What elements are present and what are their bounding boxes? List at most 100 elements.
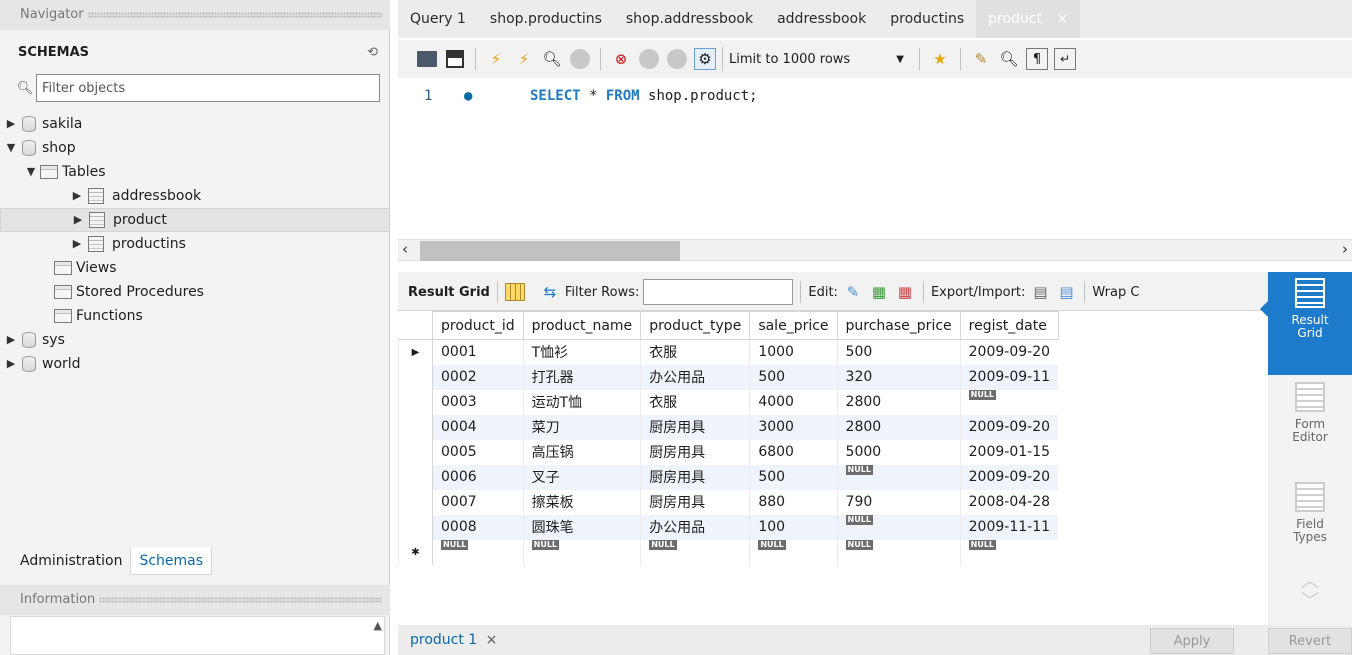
- grid-cell[interactable]: 2009-01-15: [959, 439, 1059, 465]
- column-header-product-id[interactable]: product_id: [432, 311, 524, 340]
- invisible-chars-icon[interactable]: ¶: [1026, 48, 1048, 70]
- tab-schemas[interactable]: Schemas: [130, 547, 213, 575]
- grid-cell[interactable]: 2009-09-11: [959, 364, 1059, 390]
- row-marker[interactable]: [398, 414, 433, 440]
- grid-cell[interactable]: 1000: [749, 339, 838, 365]
- grid-cell[interactable]: 办公用品: [640, 364, 750, 390]
- current-row-icon[interactable]: ▶: [398, 339, 433, 365]
- field-types-view-button[interactable]: Field Types: [1268, 482, 1352, 572]
- tree-item-functions[interactable]: Functions: [0, 304, 390, 328]
- grid-cell[interactable]: 2008-04-28: [959, 489, 1059, 515]
- result-tab-product-1[interactable]: product 1 ×: [398, 625, 509, 655]
- chevron-up-icon[interactable]: ︿: [1268, 572, 1352, 592]
- table-row[interactable]: 0002 打孔器 办公用品 500 320 2009-09-11: [398, 364, 1059, 390]
- grid-cell[interactable]: 0003: [432, 389, 524, 415]
- grid-cell[interactable]: 厨房用具: [640, 489, 750, 515]
- grid-cell[interactable]: 2009-09-20: [959, 464, 1059, 490]
- grid-cell[interactable]: 高压锅: [522, 439, 641, 465]
- grid-cell[interactable]: 4000: [749, 389, 838, 415]
- tree-item-tables[interactable]: ▼ Tables: [0, 160, 390, 184]
- grid-cell[interactable]: NULL: [640, 539, 750, 565]
- grid-cell[interactable]: 圆珠笔: [522, 514, 641, 540]
- collapse-icon[interactable]: ▼: [4, 136, 18, 160]
- grid-cell[interactable]: 衣服: [640, 389, 750, 415]
- grid-cell[interactable]: 擦菜板: [522, 489, 641, 515]
- refresh-icon[interactable]: ⟲: [367, 45, 378, 60]
- autocommit-icon[interactable]: ⚙: [694, 48, 716, 70]
- table-row[interactable]: 0004 菜刀 厨房用具 3000 2800 2009-09-20: [398, 414, 1059, 440]
- column-header-regist-date[interactable]: regist_date: [959, 311, 1059, 340]
- grid-cell[interactable]: 0004: [432, 414, 524, 440]
- sql-editor[interactable]: 1 ● SELECT * FROM shop.product;: [398, 80, 1352, 238]
- tab-query-1[interactable]: Query 1: [398, 0, 478, 38]
- expand-icon[interactable]: ▶: [71, 208, 85, 232]
- collapse-icon[interactable]: ▼: [24, 160, 38, 184]
- tree-item-sys[interactable]: ▶ sys: [0, 328, 390, 352]
- table-row[interactable]: 0008 圆珠笔 办公用品 100 NULL 2009-11-11: [398, 514, 1059, 540]
- tree-item-productins[interactable]: ▶ productins: [0, 232, 390, 256]
- result-grid-label[interactable]: Result Grid: [408, 285, 490, 300]
- scroll-up-icon[interactable]: ▲: [374, 619, 382, 632]
- grid-cell[interactable]: 叉子: [522, 464, 641, 490]
- grid-cell[interactable]: 运动T恤: [522, 389, 641, 415]
- tab-shop-productins[interactable]: shop.productins: [478, 0, 614, 38]
- row-marker[interactable]: [398, 439, 433, 465]
- toggle-error-icon[interactable]: ⊗: [610, 48, 632, 70]
- grid-cell[interactable]: 打孔器: [522, 364, 641, 390]
- close-tab-icon[interactable]: ×: [1056, 11, 1068, 27]
- tab-product[interactable]: product ×: [976, 0, 1081, 38]
- new-row[interactable]: ✱ NULL NULL NULL NULL NULL NULL: [398, 539, 1059, 565]
- expand-icon[interactable]: ▶: [70, 232, 84, 256]
- close-result-tab-icon[interactable]: ×: [486, 632, 498, 648]
- table-row[interactable]: 0005 高压锅 厨房用具 6800 5000 2009-01-15: [398, 439, 1059, 465]
- result-grid-view-button[interactable]: Result Grid: [1260, 272, 1352, 375]
- column-header-product-type[interactable]: product_type: [640, 311, 751, 340]
- row-marker[interactable]: [398, 364, 433, 390]
- tree-item-stored-procedures[interactable]: Stored Procedures: [0, 280, 390, 304]
- grid-cell[interactable]: 2800: [836, 414, 961, 440]
- table-row[interactable]: 0007 擦菜板 厨房用具 880 790 2008-04-28: [398, 489, 1059, 515]
- grid-cell[interactable]: 0002: [432, 364, 524, 390]
- filter-rows-input[interactable]: [643, 279, 794, 305]
- apply-button[interactable]: Apply: [1150, 628, 1234, 654]
- column-header-product-name[interactable]: product_name: [522, 311, 642, 340]
- delete-row-icon[interactable]: ▦: [894, 281, 916, 303]
- beautify-icon[interactable]: ✎: [970, 48, 992, 70]
- tree-item-views[interactable]: Views: [0, 256, 390, 280]
- edit-row-icon[interactable]: ✎: [842, 281, 864, 303]
- grid-cell[interactable]: NULL: [836, 539, 961, 565]
- grid-cell[interactable]: 2009-11-11: [959, 514, 1059, 540]
- revert-button[interactable]: Revert: [1268, 628, 1352, 654]
- grid-cell[interactable]: 0007: [432, 489, 524, 515]
- add-snippet-icon[interactable]: ★: [929, 48, 951, 70]
- grid-cell[interactable]: 菜刀: [522, 414, 641, 440]
- grid-cell[interactable]: NULL: [959, 539, 1059, 565]
- grid-cell[interactable]: NULL: [432, 539, 524, 565]
- editor-horizontal-scrollbar[interactable]: ‹ ›: [398, 239, 1352, 261]
- grid-cell[interactable]: 办公用品: [640, 514, 750, 540]
- limit-rows-select[interactable]: Limit to 1000 rows ▼: [722, 47, 910, 71]
- tab-shop-addressbook[interactable]: shop.addressbook: [614, 0, 765, 38]
- grid-cell[interactable]: NULL: [836, 464, 961, 490]
- refresh-results-icon[interactable]: ⇆: [539, 281, 561, 303]
- row-marker[interactable]: [398, 489, 433, 515]
- tab-administration[interactable]: Administration: [12, 547, 130, 575]
- tab-addressbook[interactable]: addressbook: [765, 0, 878, 38]
- grid-cell[interactable]: 5000: [836, 439, 961, 465]
- rollback-icon[interactable]: [666, 48, 688, 70]
- table-row[interactable]: 0006 叉子 厨房用具 500 NULL 2009-09-20: [398, 464, 1059, 490]
- word-wrap-icon[interactable]: ↵: [1054, 48, 1076, 70]
- chevron-down-icon[interactable]: ﹀: [1268, 592, 1352, 612]
- grid-cell[interactable]: 500: [749, 464, 838, 490]
- expand-icon[interactable]: ▶: [4, 112, 18, 136]
- wrap-cell-label[interactable]: Wrap C: [1092, 285, 1139, 300]
- grid-cell[interactable]: 0006: [432, 464, 524, 490]
- grid-cell[interactable]: 880: [749, 489, 838, 515]
- expand-icon[interactable]: ▶: [4, 352, 18, 376]
- grid-cell[interactable]: NULL: [522, 539, 641, 565]
- grid-layout-icon[interactable]: [504, 283, 525, 301]
- grid-cell[interactable]: 厨房用具: [640, 439, 750, 465]
- new-row-icon[interactable]: ✱: [398, 539, 433, 565]
- explain-icon[interactable]: 🔍︎: [541, 48, 563, 70]
- grid-cell[interactable]: NULL: [749, 539, 838, 565]
